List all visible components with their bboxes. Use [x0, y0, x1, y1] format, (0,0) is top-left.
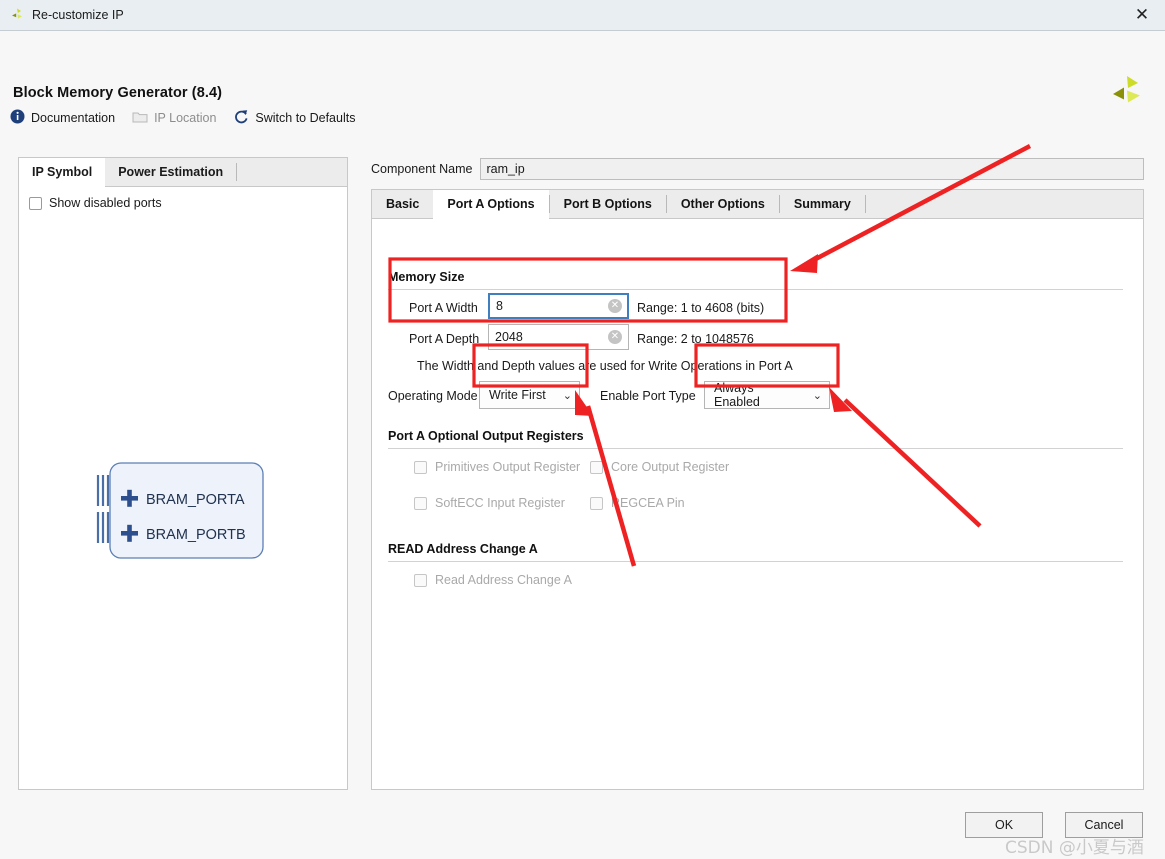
tab-port-b-options-label: Port B Options [563, 197, 652, 211]
section-divider [388, 289, 1123, 290]
enable-port-type-value: Always Enabled [714, 381, 760, 409]
primitives-output-register-checkbox[interactable]: Primitives Output Register [414, 460, 580, 474]
read-address-change-title: READ Address Change A [388, 542, 538, 556]
tab-port-a-options-label: Port A Options [447, 197, 535, 211]
left-panel-tabbar: IP Symbol Power Estimation [19, 158, 347, 187]
core-output-register-checkbox[interactable]: Core Output Register [590, 460, 729, 474]
tab-ip-symbol-label: IP Symbol [32, 165, 93, 179]
port-a-depth-range: Range: 2 to 1048576 [637, 332, 754, 346]
core-output-register-label: Core Output Register [611, 460, 730, 474]
port-a-width-range: Range: 1 to 4608 (bits) [637, 301, 765, 315]
header-links: Documentation IP Location Switch to Defa… [10, 108, 355, 128]
tab-summary-label: Summary [793, 197, 851, 211]
port-a-depth-label: Port A Depth [409, 332, 480, 346]
operating-mode-dropdown[interactable]: Write First ⌄ [479, 381, 580, 409]
page-title: Block Memory Generator (8.4) [13, 85, 223, 101]
tab-other-options[interactable]: Other Options [667, 190, 779, 218]
checkbox-box [414, 573, 427, 587]
enable-port-type-label: Enable Port Type [600, 389, 696, 403]
tab-basic[interactable]: Basic [372, 190, 433, 218]
checkbox-box [414, 460, 427, 474]
vivado-logo-icon [9, 7, 25, 23]
window-title: Re-customize IP [32, 8, 124, 22]
tab-power-estimation[interactable]: Power Estimation [105, 158, 236, 186]
switch-to-defaults-link-label: Switch to Defaults [255, 111, 356, 125]
refresh-icon [233, 109, 249, 127]
ip-symbol-panel: IP Symbol Power Estimation Show disabled… [18, 157, 348, 790]
enable-port-type-dropdown[interactable]: Always Enabled ⌄ [704, 381, 830, 409]
operating-mode-label: Operating Mode [388, 389, 478, 403]
primitives-output-register-label: Primitives Output Register [435, 460, 581, 474]
cancel-button[interactable]: Cancel [1065, 812, 1143, 838]
section-divider [388, 448, 1123, 449]
regcea-pin-label: REGCEA Pin [611, 496, 685, 510]
options-tabbar: Basic Port A Options Port B Options Othe… [372, 190, 1143, 219]
component-name-row: Component Name [371, 158, 1144, 180]
chevron-down-icon: ⌄ [562, 388, 572, 402]
tab-ip-symbol[interactable]: IP Symbol [19, 158, 106, 187]
memory-size-section-title: Memory Size [388, 270, 465, 284]
ip-location-link[interactable]: IP Location [132, 110, 216, 127]
amd-xilinx-logo-icon [1108, 73, 1144, 112]
documentation-link[interactable]: Documentation [10, 109, 115, 127]
checkbox-box [414, 496, 427, 510]
component-name-input[interactable] [480, 158, 1144, 180]
checkbox-box [29, 196, 42, 210]
port-label-a: BRAM_PORTA [146, 492, 245, 508]
regcea-pin-checkbox[interactable]: REGCEA Pin [590, 496, 685, 510]
checkbox-box [590, 496, 603, 510]
section-divider [388, 561, 1123, 562]
checkbox-box [590, 460, 603, 474]
memory-size-help-text: The Width and Depth values are used for … [417, 359, 793, 373]
close-icon[interactable]: ✕ [1119, 0, 1165, 30]
switch-to-defaults-link[interactable]: Switch to Defaults [233, 109, 355, 127]
softecc-input-register-label: SoftECC Input Register [435, 496, 565, 510]
window-titlebar: Re-customize IP ✕ [0, 0, 1165, 31]
tab-divider [236, 163, 238, 181]
tab-basic-label: Basic [386, 197, 420, 211]
folder-icon [132, 110, 148, 127]
port-a-depth-clear-icon[interactable]: ✕ [608, 330, 622, 344]
tab-power-estimation-label: Power Estimation [118, 165, 224, 179]
read-address-change-a-checkbox[interactable]: Read Address Change A [414, 573, 572, 587]
port-a-options-body: Memory Size Port A Width ✕ Range: 1 to 4… [372, 219, 1143, 789]
optional-output-registers-title: Port A Optional Output Registers [388, 429, 584, 443]
tab-other-options-label: Other Options [680, 197, 765, 211]
operating-mode-value: Write First [489, 388, 546, 402]
port-a-width-label: Port A Width [409, 301, 478, 315]
ip-symbol-diagram: BRAM_PORTA BRAM_PORTB [89, 450, 289, 573]
read-address-change-a-label: Read Address Change A [435, 573, 572, 587]
component-name-label: Component Name [371, 162, 473, 176]
info-icon [10, 109, 25, 127]
tab-port-a-options[interactable]: Port A Options [433, 190, 549, 219]
port-a-width-clear-icon[interactable]: ✕ [608, 299, 622, 313]
tab-port-b-options[interactable]: Port B Options [550, 190, 666, 218]
documentation-link-label: Documentation [31, 111, 116, 125]
tab-divider [864, 195, 866, 213]
show-disabled-ports-label: Show disabled ports [49, 196, 162, 210]
ip-location-link-label: IP Location [154, 111, 217, 125]
tab-summary[interactable]: Summary [780, 190, 865, 218]
chevron-down-icon: ⌄ [812, 388, 822, 402]
softecc-input-register-checkbox[interactable]: SoftECC Input Register [414, 496, 565, 510]
port-label-b: BRAM_PORTB [146, 527, 246, 543]
show-disabled-ports-checkbox[interactable]: Show disabled ports [19, 187, 347, 210]
ok-button[interactable]: OK [965, 812, 1043, 838]
options-panel: Basic Port A Options Port B Options Othe… [371, 189, 1144, 790]
